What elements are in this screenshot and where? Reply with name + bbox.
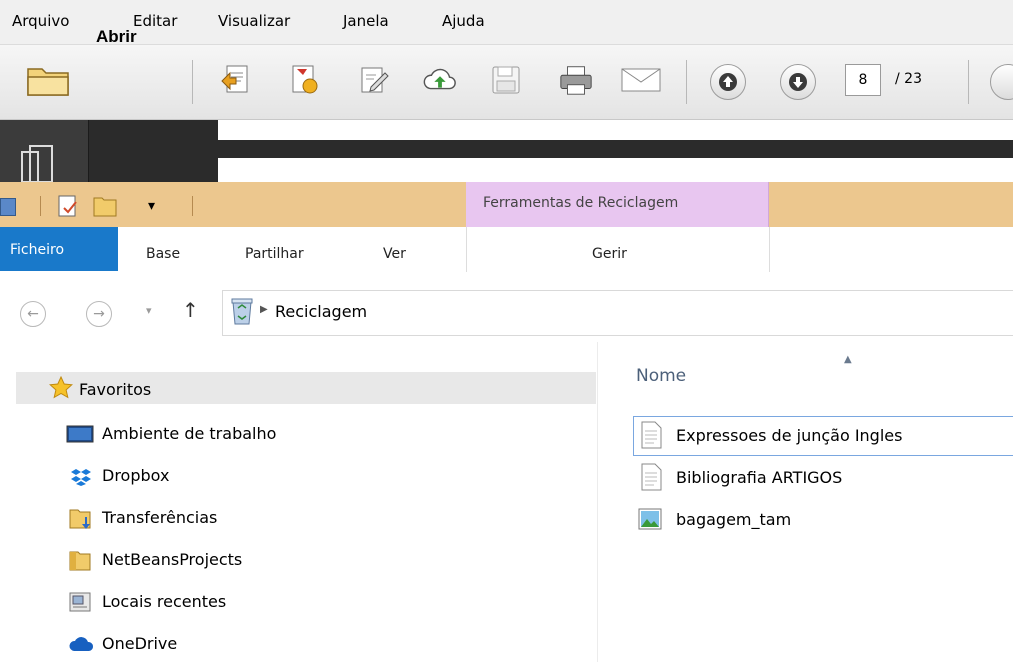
recycle-bin-icon [231, 298, 253, 325]
toolbar-separator [686, 60, 687, 104]
open-folder-icon[interactable] [24, 64, 74, 96]
desktop-icon [66, 425, 94, 443]
nav-item-dropbox[interactable]: Dropbox [60, 462, 480, 492]
separator [40, 196, 41, 216]
tab-gerir[interactable]: Gerir [592, 246, 627, 262]
nav-item-label: Locais recentes [102, 592, 227, 611]
toolbar-separator [968, 60, 969, 104]
file-name: Bibliografia ARTIGOS [676, 468, 843, 487]
column-header-nome[interactable]: Nome [636, 366, 686, 386]
email-icon[interactable] [618, 64, 664, 96]
image-file-icon [638, 508, 662, 530]
breadcrumb-location[interactable]: Reciclagem [275, 302, 367, 321]
file-name: Expressoes de junção Ingles [676, 426, 903, 445]
up-button[interactable]: ↑ [182, 298, 199, 322]
forward-button[interactable]: → [86, 301, 112, 327]
favorites-label: Favoritos [79, 380, 152, 399]
save-icon[interactable] [488, 64, 524, 96]
page-number-input[interactable]: 8 [845, 64, 881, 96]
nav-item-netbeansprojects[interactable]: NetBeansProjects [60, 546, 480, 576]
nav-item-ambiente-de-trabalho[interactable]: Ambiente de trabalho [60, 420, 480, 450]
nav-item-label: Ambiente de trabalho [102, 424, 277, 443]
tab-ficheiro-label: Ficheiro [10, 242, 65, 258]
edit-settings-icon[interactable] [286, 64, 322, 96]
nav-item-transferencias[interactable]: Transferências [60, 504, 480, 534]
nav-item-label: Transferências [102, 508, 218, 527]
new-folder-icon[interactable] [92, 194, 118, 218]
text-file-icon [641, 463, 662, 491]
recent-locations-button[interactable]: ▾ [146, 304, 152, 317]
customize-qat-icon[interactable]: ▾ [148, 198, 155, 214]
cloud-upload-icon[interactable] [422, 64, 458, 96]
nav-item-label: Dropbox [102, 466, 170, 485]
arrow-right-icon: → [93, 306, 105, 322]
downloads-folder-icon [69, 509, 91, 529]
document-page [218, 120, 1013, 140]
folder-icon [69, 551, 91, 571]
arrow-up-icon [719, 73, 737, 91]
print-icon[interactable] [558, 64, 594, 96]
sort-ascending-icon: ▲ [844, 354, 852, 365]
pages-panel-icon[interactable] [20, 142, 60, 182]
dropbox-icon [71, 469, 91, 486]
arrow-up-icon: ↑ [182, 298, 199, 322]
back-button[interactable]: ← [20, 301, 46, 327]
new-doc-icon[interactable] [56, 194, 80, 218]
reader-side-panel [0, 120, 89, 182]
nav-item-locais-recentes[interactable]: Locais recentes [60, 588, 480, 618]
menu-visualizar[interactable]: Visualizar [218, 12, 290, 30]
nav-item-label: OneDrive [102, 634, 178, 653]
tab-partilhar[interactable]: Partilhar [245, 246, 304, 262]
onedrive-icon [69, 637, 94, 651]
file-name: bagagem_tam [676, 510, 792, 529]
nav-item-label: NetBeansProjects [102, 550, 243, 569]
document-page [218, 158, 1013, 182]
create-pdf-icon[interactable] [218, 64, 254, 96]
toolbar-separator [192, 60, 193, 104]
page-count: / 23 [895, 71, 922, 87]
previous-page-button[interactable] [710, 64, 746, 100]
properties-icon[interactable] [0, 198, 16, 216]
arrow-left-icon: ← [27, 306, 39, 322]
menu-janela[interactable]: Janela [343, 12, 389, 30]
arrow-down-icon [789, 73, 807, 91]
star-icon [49, 376, 73, 399]
nav-item-onedrive[interactable]: OneDrive [60, 630, 480, 660]
open-button[interactable]: Abrir [96, 27, 137, 47]
recent-places-icon [69, 592, 91, 612]
contextual-tab-group-label: Ferramentas de Reciclagem [483, 195, 679, 211]
sign-icon[interactable] [356, 64, 392, 96]
tab-ver[interactable]: Ver [383, 246, 406, 262]
next-page-button[interactable] [780, 64, 816, 100]
menu-editar[interactable]: Editar [133, 12, 177, 30]
breadcrumb-chevron-icon: ▶ [260, 304, 268, 315]
menu-arquivo[interactable]: Arquivo [12, 12, 69, 30]
text-file-icon [641, 421, 662, 449]
tab-base[interactable]: Base [146, 246, 180, 262]
separator [192, 196, 193, 216]
menu-ajuda[interactable]: Ajuda [442, 12, 485, 30]
